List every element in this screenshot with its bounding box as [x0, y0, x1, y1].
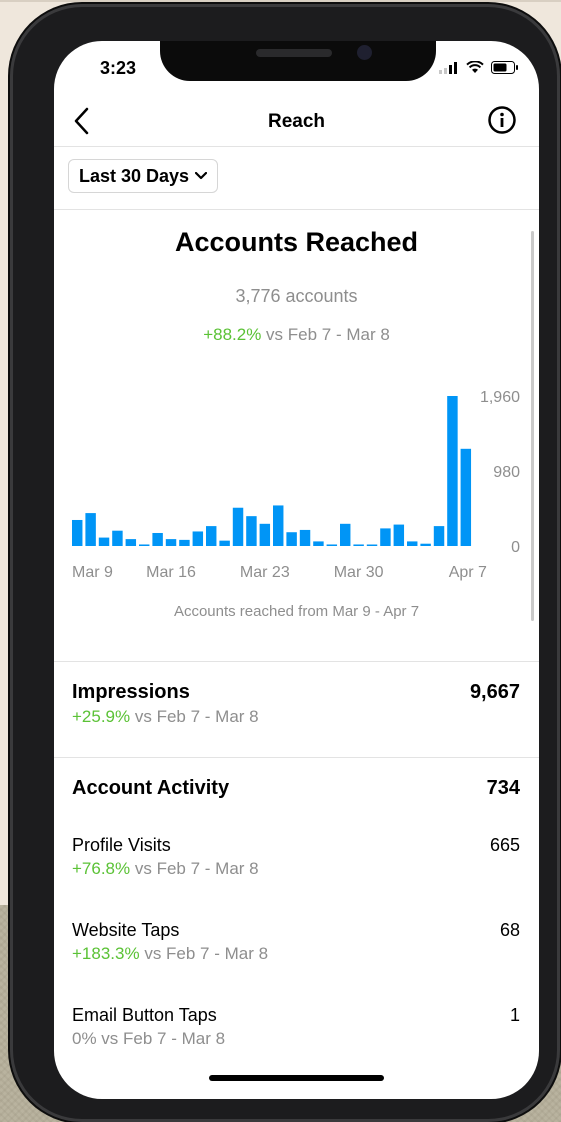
background — [0, 0, 561, 2]
info-icon — [488, 106, 516, 134]
chart-bar — [393, 524, 405, 546]
impressions-value: 9,667 — [469, 681, 520, 703]
volume-up-button — [13, 236, 23, 320]
y-tick-label: 1,960 — [480, 389, 520, 406]
chart-bar — [447, 396, 458, 546]
chevron-down-icon — [195, 172, 208, 180]
website-taps-change-period: vs Feb 7 - Mar 8 — [139, 944, 269, 963]
impressions-row[interactable]: Impressions 9,667 +25.9% vs Feb 7 - Mar … — [72, 681, 520, 727]
chart-bar — [112, 530, 123, 546]
chart-bar — [460, 448, 472, 546]
profile-visits-value: 665 — [489, 835, 520, 855]
chart-bar — [340, 523, 351, 546]
chart-bar — [380, 528, 391, 546]
accounts-count: 3,776 accounts — [235, 286, 358, 306]
x-tick-label: Apr 7 — [449, 564, 487, 581]
y-tick-label: 0 — [511, 539, 520, 556]
page-title: Reach — [267, 111, 326, 132]
email-button-taps-label: Email Button Taps — [72, 1005, 217, 1025]
chart-bar — [433, 526, 445, 546]
speaker — [256, 49, 332, 57]
front-camera — [357, 45, 372, 60]
account-activity-value: 734 — [486, 777, 520, 799]
signal-icon — [439, 61, 457, 74]
profile-visits-row[interactable]: Profile Visits 665 +76.8% vs Feb 7 - Mar… — [72, 835, 520, 879]
account-activity-title: Account Activity — [72, 777, 230, 799]
chart-bar — [206, 526, 217, 546]
chart-bar — [152, 532, 163, 546]
chart-bar — [192, 531, 204, 546]
website-taps-label: Website Taps — [72, 920, 180, 940]
website-taps-change-percent: +183.3% — [72, 944, 140, 963]
x-tick-label: Mar 16 — [146, 564, 196, 581]
chart-bar — [353, 544, 364, 546]
chart-bar — [246, 516, 257, 546]
mute-switch — [13, 154, 23, 200]
y-tick-label: 980 — [493, 464, 520, 481]
chart-bar — [366, 544, 378, 546]
wifi-icon — [466, 61, 484, 73]
battery-icon — [491, 61, 518, 74]
website-taps-change: +183.3% vs Feb 7 - Mar 8 — [72, 944, 520, 964]
reach-change: +88.2% vs Feb 7 - Mar 8 — [54, 325, 539, 345]
chart-bar — [98, 537, 110, 546]
reach-bar-chart: 1,960 980 0 Mar 9 Mar 16 Mar 23 Mar 30 Apr 7 — [72, 389, 520, 581]
chart-bar — [299, 529, 311, 546]
date-range-dropdown[interactable]: Last 30 Days — [68, 159, 219, 193]
account-activity-header: Account Activity 734 — [72, 777, 520, 800]
section-title: Accounts Reached — [174, 227, 419, 257]
impressions-change: +25.9% vs Feb 7 - Mar 8 — [72, 707, 520, 727]
website-taps-value: 68 — [499, 920, 520, 940]
volume-down-button — [13, 338, 23, 422]
profile-visits-change-percent: +76.8% — [72, 859, 131, 878]
email-button-taps-change-percent: 0% — [72, 1029, 97, 1048]
chart-bar — [139, 544, 150, 546]
divider — [54, 661, 539, 662]
chart-bar — [420, 543, 431, 546]
chart-bar — [407, 541, 418, 546]
chart-bar — [326, 544, 338, 546]
chart-bar — [286, 532, 297, 546]
impressions-change-percent: +25.9% — [72, 707, 131, 726]
notch — [160, 41, 436, 81]
status-icons — [439, 61, 519, 74]
reach-change-percent: +88.2% — [203, 325, 262, 344]
email-button-taps-value: 1 — [509, 1005, 520, 1025]
info-button[interactable] — [487, 105, 517, 140]
impressions-label: Impressions — [72, 681, 190, 703]
email-button-taps-change-period: vs Feb 7 - Mar 8 — [96, 1029, 226, 1048]
website-taps-row[interactable]: Website Taps 68 +183.3% vs Feb 7 - Mar 8 — [72, 920, 520, 964]
phone-frame: 3:23 Reach Last 30 Days Accounts Reached… — [10, 4, 560, 1122]
email-button-taps-row[interactable]: Email Button Taps 1 0% vs Feb 7 - Mar 8 — [72, 1005, 520, 1049]
impressions-change-period: vs Feb 7 - Mar 8 — [130, 707, 259, 726]
status-time: 3:23 — [100, 58, 137, 78]
chart-bar — [232, 507, 244, 546]
chart-bar — [219, 540, 230, 546]
chart-bar — [72, 519, 83, 546]
date-range-label: Last 30 Days — [79, 165, 190, 186]
x-tick-label: Mar 9 — [72, 564, 113, 581]
chart-caption: Accounts reached from Mar 9 - Apr 7 — [173, 603, 420, 620]
home-indicator[interactable] — [209, 1075, 384, 1081]
chart-bar — [179, 539, 190, 546]
scrollbar[interactable] — [531, 231, 534, 621]
chart-bar — [165, 539, 177, 546]
x-tick-label: Mar 30 — [334, 564, 384, 581]
x-tick-label: Mar 23 — [240, 564, 290, 581]
chart-bar — [125, 539, 137, 546]
profile-visits-change: +76.8% vs Feb 7 - Mar 8 — [72, 859, 520, 879]
chart-bar — [313, 541, 324, 546]
profile-visits-change-period: vs Feb 7 - Mar 8 — [130, 859, 259, 878]
chart-bar — [273, 505, 284, 546]
chart-bar — [85, 513, 96, 546]
divider — [54, 209, 539, 210]
nav-bar: Reach — [54, 99, 539, 145]
divider — [54, 757, 539, 758]
screen: 3:23 Reach Last 30 Days Accounts Reached… — [54, 41, 539, 1099]
divider — [54, 146, 539, 147]
profile-visits-label: Profile Visits — [72, 835, 171, 855]
email-button-taps-change: 0% vs Feb 7 - Mar 8 — [72, 1029, 520, 1049]
reach-change-period: vs Feb 7 - Mar 8 — [261, 325, 390, 344]
chart-bar — [259, 523, 271, 546]
